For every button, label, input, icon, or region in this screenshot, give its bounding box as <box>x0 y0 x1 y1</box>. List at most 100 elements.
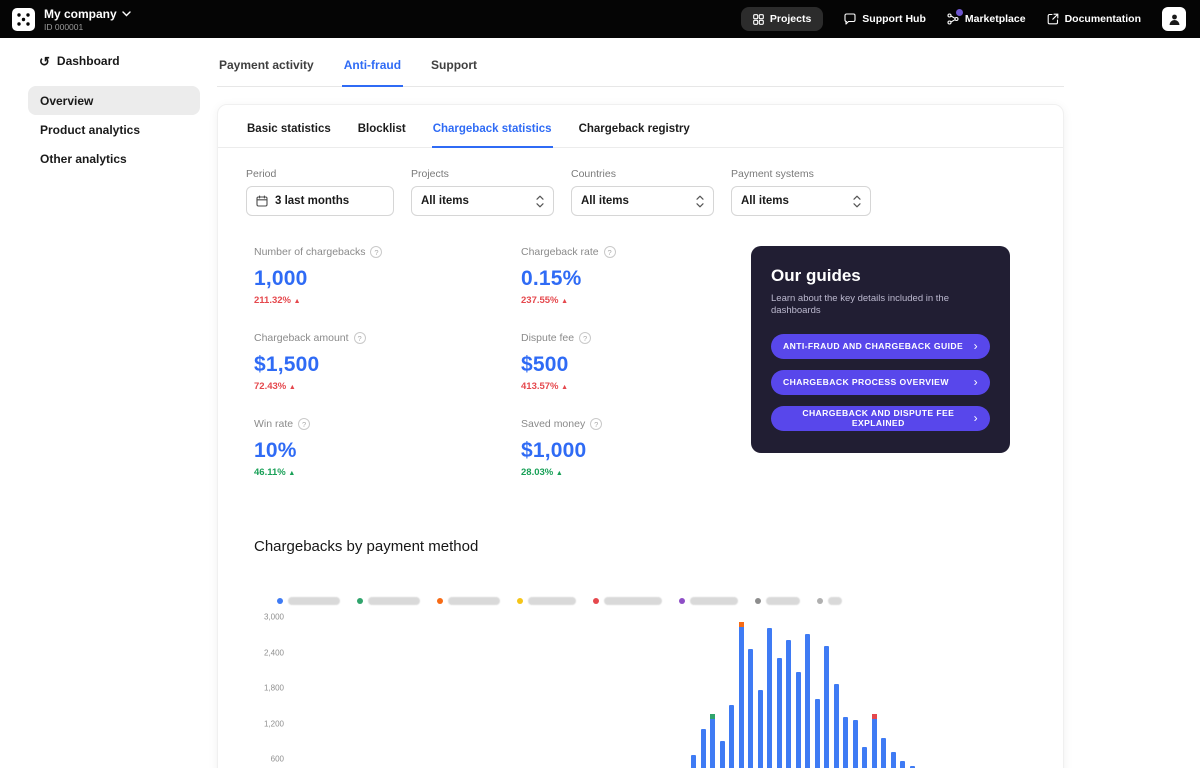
legend-item[interactable] <box>357 597 420 605</box>
legend-dot-icon <box>437 598 443 604</box>
help-icon[interactable]: ? <box>298 418 310 430</box>
sidebar-item-other-analytics[interactable]: Other analytics <box>28 144 200 173</box>
sidebar-item-label: Overview <box>40 94 93 108</box>
help-icon[interactable]: ? <box>604 246 616 258</box>
legend-item[interactable] <box>593 597 662 605</box>
anti-fraud-card: Basic statistics Blocklist Chargeback st… <box>217 104 1064 768</box>
history-back-icon: ↺ <box>39 55 50 68</box>
guide-dispute-fee-button[interactable]: CHARGEBACK AND DISPUTE FEE EXPLAINED› <box>771 406 990 431</box>
legend-item[interactable] <box>277 597 340 605</box>
bar: 2023 <box>748 649 753 768</box>
subtab-chargeback-registry[interactable]: Chargeback registry <box>578 119 691 148</box>
chart-title: Chargebacks by payment method <box>254 538 1035 555</box>
help-icon[interactable]: ? <box>370 246 382 258</box>
legend-item[interactable] <box>437 597 500 605</box>
help-icon[interactable]: ? <box>590 418 602 430</box>
stat-label: Chargeback rate <box>521 246 599 258</box>
guide-process-overview-button[interactable]: CHARGEBACK PROCESS OVERVIEW› <box>771 370 990 395</box>
tab-payment-activity[interactable]: Payment activity <box>217 50 316 87</box>
dashboard-label: Dashboard <box>57 54 120 68</box>
countries-value: All items <box>581 195 689 207</box>
stat-label: Chargeback amount <box>254 332 349 344</box>
payment-systems-select[interactable]: All items <box>731 186 871 216</box>
section-tabs: Payment activity Anti-fraud Support <box>217 50 1064 87</box>
chevron-right-icon: › <box>974 412 978 424</box>
y-axis-tick: 2,400 <box>264 648 284 657</box>
sidebar-dashboard-header[interactable]: ↺ Dashboard <box>39 54 204 68</box>
bar: 2023 <box>739 622 744 768</box>
subtab-blocklist[interactable]: Blocklist <box>357 119 407 148</box>
main-content: Payment activity Anti-fraud Support Basi… <box>204 38 1200 768</box>
legend-item[interactable] <box>517 597 576 605</box>
stat-number-of-chargebacks: Number of chargebacks? 1,000 211.32% ▲ <box>254 246 521 332</box>
documentation-label: Documentation <box>1065 13 1141 25</box>
bar: 2023 <box>720 741 725 768</box>
chart-plot: 2023 2023 2023 2023 2023 2023 2023 2023 2023 2023… <box>292 617 1029 768</box>
stat-label: Saved money <box>521 418 585 430</box>
period-input[interactable]: 3 last months <box>246 186 394 216</box>
trend-up-icon: ▲ <box>294 298 301 305</box>
sidebar-item-product-analytics[interactable]: Product analytics <box>28 115 200 144</box>
chevron-right-icon: › <box>974 376 978 388</box>
projects-button[interactable]: Projects <box>741 7 823 31</box>
company-switcher[interactable]: My company ID 000001 <box>44 7 131 32</box>
stats-and-guides-row: Number of chargebacks? 1,000 211.32% ▲ C… <box>218 216 1063 504</box>
chart-legend <box>277 597 1035 605</box>
stat-value: $1,000 <box>521 439 751 463</box>
stat-delta: 413.57% ▲ <box>521 381 751 392</box>
bar: 2023 <box>691 755 696 768</box>
subtab-basic-statistics[interactable]: Basic statistics <box>246 119 332 148</box>
bar: 2023 <box>900 761 905 768</box>
chart-y-axis: 06001,2001,8002,4003,000 <box>254 617 284 768</box>
guide-anti-fraud-button[interactable]: ANTI-FRAUD AND CHARGEBACK GUIDE› <box>771 334 990 359</box>
y-axis-tick: 1,200 <box>264 719 284 728</box>
chevron-down-icon <box>122 11 131 17</box>
bar: 2023 <box>862 747 867 768</box>
sidebar-item-overview[interactable]: Overview <box>28 86 200 115</box>
payment-systems-filter-label: Payment systems <box>731 168 871 180</box>
trend-up-icon: ▲ <box>556 470 563 477</box>
legend-dot-icon <box>277 598 283 604</box>
marketplace-button[interactable]: Marketplace <box>947 13 1026 25</box>
calendar-icon <box>256 195 268 207</box>
help-icon[interactable]: ? <box>579 332 591 344</box>
marketplace-badge <box>955 8 964 17</box>
stat-label: Number of chargebacks <box>254 246 365 258</box>
stat-value: $1,500 <box>254 353 521 377</box>
legend-item[interactable] <box>679 597 738 605</box>
bar: 2023 <box>701 729 706 768</box>
legend-label <box>528 597 576 605</box>
support-hub-label: Support Hub <box>862 13 926 25</box>
select-chevrons-icon <box>853 195 861 208</box>
help-icon[interactable]: ? <box>354 332 366 344</box>
guides-subtitle: Learn about the key details included in … <box>771 293 990 318</box>
legend-item[interactable] <box>817 597 842 605</box>
legend-label <box>448 597 500 605</box>
projects-value: All items <box>421 195 529 207</box>
countries-select[interactable]: All items <box>571 186 714 216</box>
stats-grid: Number of chargebacks? 1,000 211.32% ▲ C… <box>254 246 751 504</box>
subtab-chargeback-statistics[interactable]: Chargeback statistics <box>432 119 553 148</box>
company-logo-icon[interactable] <box>12 8 35 31</box>
stat-label: Dispute fee <box>521 332 574 344</box>
y-axis-tick: 1,800 <box>264 684 284 693</box>
grid-icon <box>753 14 764 25</box>
bar: 2023 <box>729 705 734 768</box>
bar: 2023 <box>758 690 763 768</box>
stat-delta: 211.32% ▲ <box>254 295 521 306</box>
select-chevrons-icon <box>696 195 704 208</box>
bar: 2023 <box>786 640 791 768</box>
projects-select[interactable]: All items <box>411 186 554 216</box>
tab-anti-fraud[interactable]: Anti-fraud <box>342 50 403 87</box>
legend-item[interactable] <box>755 597 800 605</box>
bar: 2023 <box>710 714 715 768</box>
stat-delta: 72.43% ▲ <box>254 381 521 392</box>
legend-label <box>604 597 662 605</box>
support-hub-button[interactable]: Support Hub <box>844 13 926 25</box>
legend-label <box>690 597 738 605</box>
stat-dispute-fee: Dispute fee? $500 413.57% ▲ <box>521 332 751 418</box>
user-avatar-button[interactable] <box>1162 7 1186 31</box>
stat-delta: 46.11% ▲ <box>254 467 521 478</box>
documentation-button[interactable]: Documentation <box>1047 13 1141 25</box>
tab-support[interactable]: Support <box>429 50 479 87</box>
